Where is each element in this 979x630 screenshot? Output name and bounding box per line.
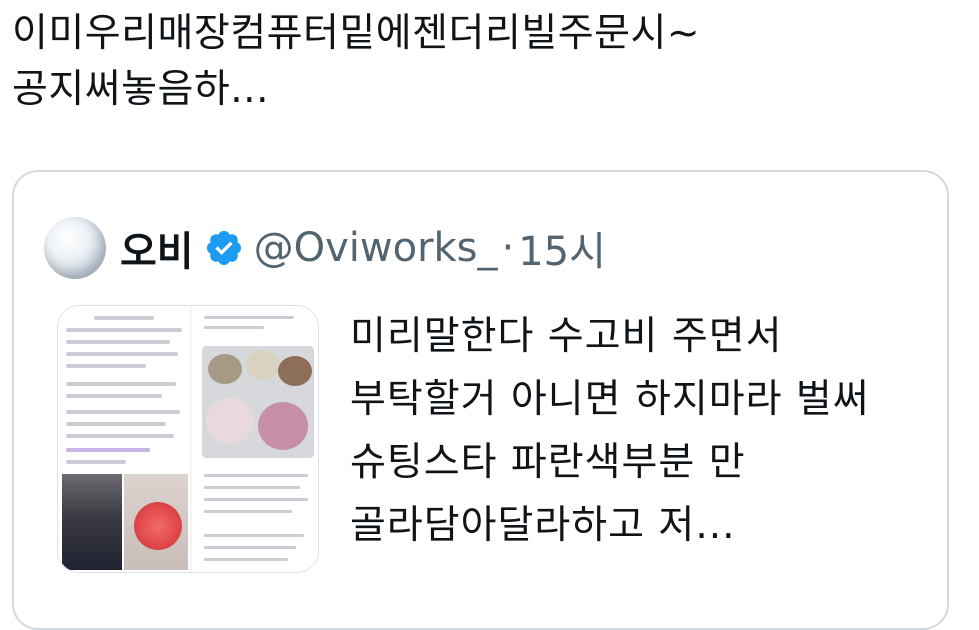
quoted-tweet-text: 미리말한다 수고비 주면서 부탁할거 아니면 하지마라 벌써 슈팅스타 파란색부…: [350, 314, 884, 548]
media-thumbnail[interactable]: [57, 305, 319, 573]
quoted-tweet-header: 오비 @Oviworks_ · 15시: [44, 215, 606, 281]
verified-badge-icon: [206, 230, 241, 266]
screenshot-document-image: [58, 306, 190, 572]
person-photo: [62, 474, 122, 570]
separator-dot: ·: [501, 225, 515, 271]
tweet-text: 이미우리매장컴퓨터밑에젠더리빌주문시~ 공지써놓음하...: [12, 11, 713, 112]
avatar[interactable]: [44, 217, 106, 279]
display-name[interactable]: 오비: [120, 219, 194, 277]
handle[interactable]: @Oviworks_: [254, 225, 498, 271]
ice-cream-freezer-image: [192, 306, 318, 572]
cake-photo: [124, 474, 188, 570]
timestamp[interactable]: 15시: [518, 219, 606, 277]
